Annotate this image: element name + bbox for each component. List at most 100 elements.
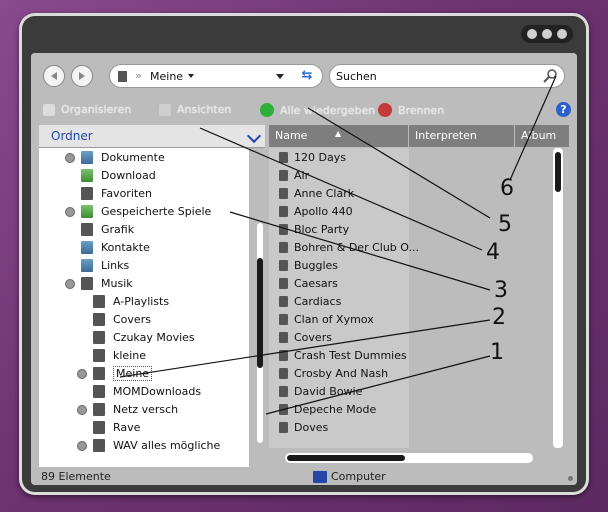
search-icon[interactable]: [542, 68, 558, 84]
folder-icon: [279, 223, 288, 235]
forward-button[interactable]: [71, 65, 93, 87]
folder-icon: [93, 402, 105, 416]
column-header-album[interactable]: Album: [515, 125, 569, 147]
scrollbar-thumb[interactable]: [555, 152, 561, 192]
tree-item-kontakte[interactable]: Kontakte: [81, 238, 150, 256]
callout-5: 5: [498, 212, 512, 237]
folder-tree: Dokumente Download Favoriten Gespeichert…: [39, 148, 249, 467]
folder-icon: [93, 312, 105, 326]
file-pane-horizontal-scrollbar[interactable]: [285, 453, 533, 463]
list-item[interactable]: Crosby And Nash: [269, 364, 388, 382]
folder-icon: [279, 259, 288, 271]
folder-icon: [279, 385, 288, 397]
folder-icon: [279, 367, 288, 379]
folder-pane-scrollbar[interactable]: [255, 148, 265, 467]
tree-item-meine[interactable]: Meine: [77, 364, 153, 382]
folder-icon: [93, 294, 105, 308]
download-folder-icon: [81, 168, 93, 182]
scrollbar-thumb[interactable]: [287, 455, 405, 461]
list-item[interactable]: Doves: [269, 418, 328, 436]
collapse-icon[interactable]: [65, 279, 75, 289]
list-item[interactable]: Caesars: [269, 274, 338, 292]
tree-item-wav-alles-moegliche[interactable]: WAV alles mögliche: [77, 436, 220, 454]
close-button[interactable]: [556, 29, 567, 39]
folder-icon: [279, 349, 288, 361]
tree-item-netz-versch[interactable]: Netz versch: [77, 400, 178, 418]
folder-icon: [118, 71, 127, 82]
favorites-folder-icon: [81, 186, 93, 200]
resize-grip[interactable]: [568, 476, 573, 481]
expand-icon[interactable]: [77, 405, 87, 415]
list-item[interactable]: Apollo 440: [269, 202, 353, 220]
command-bar: Organisieren Ansichten Alle wiedergeben …: [31, 99, 577, 121]
list-item[interactable]: Buggles: [269, 256, 338, 274]
tree-item-czukay-movies[interactable]: Czukay Movies: [93, 328, 195, 346]
tree-item-download[interactable]: Download: [81, 166, 156, 184]
contacts-folder-icon: [81, 240, 93, 254]
burn-button[interactable]: Brennen: [378, 103, 444, 117]
documents-folder-icon: [81, 150, 93, 164]
expand-icon[interactable]: [65, 207, 75, 217]
sort-ascending-icon: ▲: [335, 129, 342, 138]
search-box[interactable]: Suchen: [329, 64, 565, 88]
folder-pane-title: Ordner: [51, 129, 93, 143]
tree-item-rave[interactable]: Rave: [93, 418, 140, 436]
tree-item-covers[interactable]: Covers: [93, 310, 151, 328]
burn-disc-icon: [378, 103, 392, 117]
minimize-button[interactable]: [527, 29, 538, 39]
folder-icon: [279, 331, 288, 343]
breadcrumb-separator: »: [135, 69, 142, 82]
column-header-artists[interactable]: Interpreten: [409, 125, 515, 147]
list-item[interactable]: Covers: [269, 328, 332, 346]
tree-item-grafik[interactable]: Grafik: [81, 220, 134, 238]
breadcrumb-dropdown-icon[interactable]: [188, 74, 194, 78]
address-location[interactable]: Meine: [150, 70, 183, 83]
file-pane-vertical-scrollbar[interactable]: [553, 148, 563, 448]
list-item[interactable]: Clan of Xymox: [269, 310, 374, 328]
list-item[interactable]: Anne Clark: [269, 184, 354, 202]
callout-3: 3: [494, 278, 508, 303]
folder-pane-header[interactable]: Ordner: [39, 125, 265, 148]
folder-icon: [93, 348, 105, 362]
tree-item-dokumente[interactable]: Dokumente: [65, 148, 165, 166]
folder-pane: Ordner Dokumente Download Favoriten Gesp…: [39, 125, 265, 467]
chevron-down-icon[interactable]: [246, 128, 262, 144]
folder-icon: [93, 384, 105, 398]
play-all-button[interactable]: Alle wiedergeben: [260, 103, 375, 117]
tree-item-musik[interactable]: Musik: [65, 274, 133, 292]
tree-item-momdownloads[interactable]: MOMDownloads: [93, 382, 201, 400]
maximize-button[interactable]: [541, 29, 552, 39]
address-bar[interactable]: » Meine ⇆: [109, 64, 323, 88]
scrollbar-thumb[interactable]: [257, 258, 263, 368]
column-header-name[interactable]: Name ▲: [269, 125, 409, 147]
address-history-dropdown-icon[interactable]: [276, 74, 284, 79]
expand-icon[interactable]: [65, 153, 75, 163]
search-input[interactable]: Suchen: [336, 70, 377, 83]
folder-icon: [279, 295, 288, 307]
tree-item-gespeicherte-spiele[interactable]: Gespeicherte Spiele: [65, 202, 211, 220]
expand-icon[interactable]: [77, 369, 87, 379]
organize-icon: [43, 103, 55, 116]
list-item[interactable]: Bloc Party: [269, 220, 349, 238]
list-item[interactable]: Air: [269, 166, 309, 184]
list-item[interactable]: 120 Days: [269, 148, 346, 166]
folder-icon: [279, 169, 288, 181]
views-label: Ansichten: [177, 103, 232, 116]
status-bar: 89 Elemente Computer: [31, 467, 577, 485]
organize-button[interactable]: Organisieren: [43, 103, 131, 116]
tree-item-favoriten[interactable]: Favoriten: [81, 184, 152, 202]
list-item[interactable]: Cardiacs: [269, 292, 341, 310]
list-item[interactable]: Bohren & Der Club O...: [269, 238, 419, 256]
list-item[interactable]: Depeche Mode: [269, 400, 376, 418]
tree-item-links[interactable]: Links: [81, 256, 129, 274]
tree-item-a-playlists[interactable]: A-Playlists: [93, 292, 169, 310]
help-icon[interactable]: ?: [556, 102, 571, 117]
expand-icon[interactable]: [77, 441, 87, 451]
refresh-icon[interactable]: ⇆: [298, 68, 316, 84]
back-button[interactable]: [43, 65, 65, 87]
folder-icon: [279, 277, 288, 289]
list-item[interactable]: David Bowie: [269, 382, 362, 400]
views-button[interactable]: Ansichten: [159, 103, 231, 116]
list-item[interactable]: Crash Test Dummies: [269, 346, 407, 364]
tree-item-kleine[interactable]: kleine: [93, 346, 146, 364]
